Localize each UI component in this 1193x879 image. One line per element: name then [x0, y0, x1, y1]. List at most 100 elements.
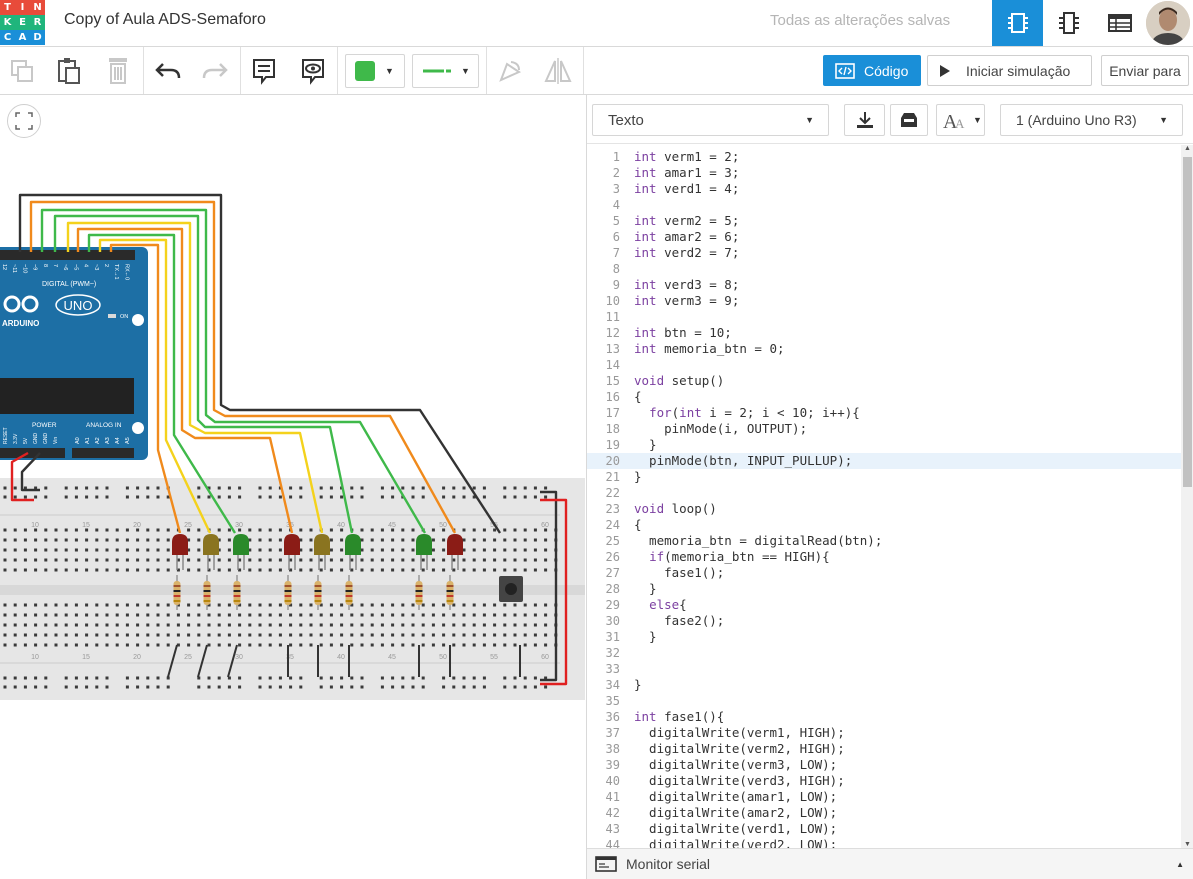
- code-line[interactable]: 15 void setup(): [587, 373, 1181, 389]
- scroll-down-arrow[interactable]: ▼: [1184, 841, 1191, 848]
- breadboard-hole: [258, 603, 262, 607]
- editor-scrollbar[interactable]: ▲ ▼: [1181, 145, 1193, 848]
- breadboard-hole: [34, 685, 38, 689]
- flip-button[interactable]: [542, 55, 574, 87]
- breadboard-hole: [238, 643, 242, 647]
- zoom-to-fit-button[interactable]: [7, 104, 41, 138]
- code-line[interactable]: 43 digitalWrite(verd1, LOW);: [587, 821, 1181, 837]
- code-line[interactable]: 40 digitalWrite(verd3, HIGH);: [587, 773, 1181, 789]
- code-line[interactable]: 31 }: [587, 629, 1181, 645]
- toggle-notes-visibility-button[interactable]: [297, 55, 329, 87]
- paste-button[interactable]: [53, 55, 85, 87]
- breadboard-hole: [380, 643, 384, 647]
- code-line[interactable]: 33: [587, 661, 1181, 677]
- circuit-workplane[interactable]: 10 15 20 25 30 35 40 45 50 55 60 10 15 20 25 30 35 40 45 5…: [0, 95, 586, 879]
- code-editor[interactable]: 1 int verm1 = 2; 2 int amar1 = 3; 3 int verd1…: [587, 145, 1181, 848]
- undo-button[interactable]: [152, 55, 184, 87]
- schematic-view-button[interactable]: [1043, 0, 1094, 46]
- code-line[interactable]: 20 pinMode(btn, INPUT_PULLUP);: [587, 453, 1181, 469]
- code-line[interactable]: 3 int verd1 = 4;: [587, 181, 1181, 197]
- breadboard-hole: [166, 528, 170, 532]
- code-line[interactable]: 19 }: [587, 437, 1181, 453]
- notes-button[interactable]: [248, 55, 280, 87]
- breadboard-hole: [227, 633, 231, 637]
- breadboard-hole: [64, 558, 68, 562]
- code-button[interactable]: Código: [823, 55, 921, 86]
- start-simulation-button[interactable]: Iniciar simulação: [927, 55, 1092, 86]
- circuit-view-button[interactable]: [992, 0, 1043, 46]
- code-line[interactable]: 38 digitalWrite(verm2, HIGH);: [587, 741, 1181, 757]
- code-line[interactable]: 22: [587, 485, 1181, 501]
- code-line[interactable]: 11: [587, 309, 1181, 325]
- library-button[interactable]: [890, 104, 928, 136]
- code-line[interactable]: 34}: [587, 677, 1181, 693]
- component-list-button[interactable]: [1094, 0, 1145, 46]
- code-line[interactable]: 30 fase2();: [587, 613, 1181, 629]
- code-line[interactable]: 2 int amar1 = 3;: [587, 165, 1181, 181]
- code-line[interactable]: 9 int verd3 = 8;: [587, 277, 1181, 293]
- code-line[interactable]: 25 memoria_btn = digitalRead(btn);: [587, 533, 1181, 549]
- editor-scrollbar-thumb[interactable]: [1183, 157, 1192, 487]
- send-to-button[interactable]: Enviar para: [1101, 55, 1189, 86]
- code-line[interactable]: 41 digitalWrite(amar1, LOW);: [587, 789, 1181, 805]
- code-line[interactable]: 44 digitalWrite(verd2, LOW);: [587, 837, 1181, 848]
- wire-type-dropdown[interactable]: ▼: [412, 54, 479, 88]
- push-button[interactable]: [499, 576, 523, 602]
- code-line[interactable]: 27 fase1();: [587, 565, 1181, 581]
- code-line[interactable]: 6 int amar2 = 6;: [587, 229, 1181, 245]
- redo-button[interactable]: [199, 55, 231, 87]
- breadboard-hole: [380, 676, 384, 680]
- code-line[interactable]: 14: [587, 357, 1181, 373]
- code-line[interactable]: 21}: [587, 469, 1181, 485]
- project-title[interactable]: Copy of Aula ADS-Semaforo: [64, 11, 266, 29]
- expand-arrow-icon[interactable]: ▲: [1176, 860, 1184, 869]
- code-line[interactable]: 28 }: [587, 581, 1181, 597]
- code-line[interactable]: 8: [587, 261, 1181, 277]
- code-mode-select[interactable]: Texto ▼: [592, 104, 829, 136]
- tinkercad-logo[interactable]: TINKERCAD: [0, 0, 45, 45]
- chevron-down-icon: ▼: [461, 66, 470, 76]
- code-line[interactable]: 7 int verd2 = 7;: [587, 245, 1181, 261]
- color-picker-dropdown[interactable]: ▼: [345, 54, 405, 88]
- code-line[interactable]: 32: [587, 645, 1181, 661]
- breadboard-hole: [85, 685, 89, 689]
- code-line[interactable]: 39 digitalWrite(verm3, LOW);: [587, 757, 1181, 773]
- breadboard-hole: [380, 613, 384, 617]
- code-line[interactable]: 24 {: [587, 517, 1181, 533]
- code-line[interactable]: 18 pinMode(i, OUTPUT);: [587, 421, 1181, 437]
- breadboard-hole: [95, 548, 99, 552]
- code-line[interactable]: 36 int fase1(){: [587, 709, 1181, 725]
- code-line[interactable]: 4: [587, 197, 1181, 213]
- download-code-button[interactable]: [844, 104, 885, 136]
- code-line[interactable]: 16 {: [587, 389, 1181, 405]
- breadboard-hole: [350, 613, 354, 617]
- breadboard-hole: [411, 548, 415, 552]
- breadboard-hole: [146, 685, 150, 689]
- device-select[interactable]: 1 (Arduino Uno R3) ▼: [1000, 104, 1183, 136]
- user-avatar[interactable]: [1146, 1, 1190, 45]
- breadboard-hole: [411, 528, 415, 532]
- duplicate-button[interactable]: [6, 55, 38, 87]
- code-line[interactable]: 10 int verm3 = 9;: [587, 293, 1181, 309]
- code-line[interactable]: 23 void loop(): [587, 501, 1181, 517]
- resistor-band: [233, 600, 241, 602]
- arduino-uno-board[interactable]: UNO ARDUINO DIGITAL (PWM~) POWER ANALOG …: [0, 247, 148, 460]
- code-line[interactable]: 12 int btn = 10;: [587, 325, 1181, 341]
- line-number: 6: [612, 230, 620, 244]
- code-line[interactable]: 29 else{: [587, 597, 1181, 613]
- code-line[interactable]: 42 digitalWrite(amar2, LOW);: [587, 805, 1181, 821]
- code-line[interactable]: 37 digitalWrite(verm1, HIGH);: [587, 725, 1181, 741]
- code-line[interactable]: 17 for(int i = 2; i < 10; i++){: [587, 405, 1181, 421]
- serial-monitor-bar[interactable]: Monitor serial ▲: [587, 848, 1193, 879]
- rotate-button[interactable]: [494, 55, 526, 87]
- code-line[interactable]: 35: [587, 693, 1181, 709]
- code-line[interactable]: 13 int memoria_btn = 0;: [587, 341, 1181, 357]
- scroll-up-arrow[interactable]: ▲: [1184, 145, 1191, 152]
- circuit-drawing[interactable]: 10 15 20 25 30 35 40 45 50 55 60 10 15 20 25 30 35 40 45 5…: [0, 95, 586, 879]
- font-size-dropdown[interactable]: A A ▼: [936, 104, 985, 136]
- line-code: fase2();: [634, 613, 725, 628]
- code-line[interactable]: 26 if(memoria_btn == HIGH){: [587, 549, 1181, 565]
- delete-button[interactable]: [102, 55, 134, 87]
- code-line[interactable]: 5 int verm2 = 5;: [587, 213, 1181, 229]
- code-line[interactable]: 1 int verm1 = 2;: [587, 149, 1181, 165]
